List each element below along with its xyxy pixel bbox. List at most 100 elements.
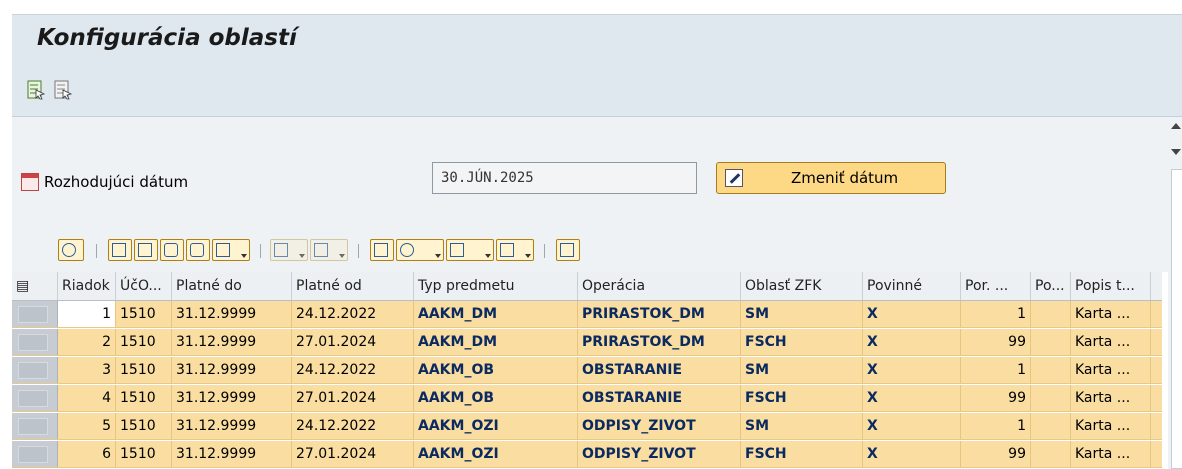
decision-date-label: Rozhodujúci dátum xyxy=(44,173,189,191)
cell-operation: PRIRASTOK_DM xyxy=(578,301,741,327)
cell-object-type: AAKM_OZI xyxy=(414,413,578,439)
cell-description: Karta ... xyxy=(1071,301,1151,327)
cell-required: X xyxy=(863,329,961,355)
column-header[interactable]: Oblasť ZFK xyxy=(741,272,863,300)
scroll-down-icon[interactable] xyxy=(1171,149,1181,155)
cell-operation: ODPISY_ZIVOT xyxy=(578,441,741,467)
row-selector[interactable] xyxy=(12,385,58,411)
cell-zfk-area: SM xyxy=(741,413,863,439)
cell-valid-to: 31.12.9999 xyxy=(172,385,292,411)
cell-riadok: 1 xyxy=(58,301,116,327)
scroll-up-icon[interactable] xyxy=(1171,123,1181,129)
table-row[interactable]: 5 1510 31.12.9999 24.12.2022 AAKM_OZI OD… xyxy=(12,413,1162,440)
column-header[interactable]: Por. ... xyxy=(961,272,1031,300)
table-row[interactable]: 3 1510 31.12.9999 24.12.2022 AAKM_OB OBS… xyxy=(12,357,1162,384)
cell-description: Karta ... xyxy=(1071,385,1151,411)
cell-po xyxy=(1031,329,1071,355)
cell-riadok: 6 xyxy=(58,441,116,467)
grid-toolbar xyxy=(12,232,1168,272)
select-all-icon[interactable] xyxy=(27,80,45,100)
table-row[interactable]: 1 1510 31.12.9999 24.12.2022 AAKM_DM PRI… xyxy=(12,301,1162,328)
cell-required: X xyxy=(863,301,961,327)
cell-zfk-area: SM xyxy=(741,301,863,327)
sort-descending-icon[interactable] xyxy=(134,239,158,261)
cell-uco: 1510 xyxy=(116,357,172,383)
column-header[interactable]: Platné od xyxy=(292,272,414,300)
change-date-button-label: Zmeniť dátum xyxy=(791,169,899,187)
column-header[interactable]: Operácia xyxy=(578,272,741,300)
find-icon[interactable] xyxy=(160,239,184,261)
cell-valid-from: 27.01.2024 xyxy=(292,385,414,411)
deselect-all-icon[interactable] xyxy=(54,80,72,100)
details-icon[interactable] xyxy=(58,239,84,261)
column-header[interactable]: ÚčO... xyxy=(116,272,172,300)
cell-object-type: AAKM_OB xyxy=(414,357,578,383)
application-toolbar xyxy=(12,64,1182,117)
views-icon[interactable] xyxy=(396,239,444,261)
subtotal-icon[interactable] xyxy=(310,239,348,261)
cell-object-type: AAKM_OB xyxy=(414,385,578,411)
edit-icon xyxy=(725,169,743,187)
cell-order: 1 xyxy=(961,357,1031,383)
cell-valid-to: 31.12.9999 xyxy=(172,357,292,383)
toolbar-separator xyxy=(544,244,545,258)
cell-uco: 1510 xyxy=(116,413,172,439)
select-all-rows-icon[interactable]: ▤ xyxy=(12,272,58,300)
layout-icon[interactable] xyxy=(496,239,534,261)
page-scrollbar[interactable] xyxy=(1168,117,1182,469)
filter-icon[interactable] xyxy=(212,239,250,261)
sum-icon[interactable] xyxy=(270,239,308,261)
cell-valid-to: 31.12.9999 xyxy=(172,441,292,467)
table-row[interactable]: 4 1510 31.12.9999 27.01.2024 AAKM_OB OBS… xyxy=(12,385,1162,412)
column-header[interactable]: Riadok xyxy=(58,272,116,300)
row-selector[interactable] xyxy=(12,413,58,439)
column-header[interactable]: Po... xyxy=(1031,272,1071,300)
cell-object-type: AAKM_DM xyxy=(414,301,578,327)
find-next-icon[interactable] xyxy=(186,239,210,261)
title-bar: Konfigurácia oblastí xyxy=(12,14,1182,65)
cell-uco: 1510 xyxy=(116,441,172,467)
decision-date-field[interactable]: 30.JÚN.2025 xyxy=(432,162,697,194)
cell-required: X xyxy=(863,413,961,439)
cell-riadok: 4 xyxy=(58,385,116,411)
cell-object-type: AAKM_DM xyxy=(414,329,578,355)
grid-scrollbar[interactable] xyxy=(1162,301,1168,469)
column-header[interactable]: Platné do xyxy=(172,272,292,300)
table-row[interactable]: 2 1510 31.12.9999 27.01.2024 AAKM_DM PRI… xyxy=(12,329,1162,356)
calendar-icon xyxy=(21,173,39,191)
column-header[interactable]: Typ predmetu xyxy=(414,272,578,300)
cell-valid-to: 31.12.9999 xyxy=(172,301,292,327)
sort-ascending-icon[interactable] xyxy=(108,239,132,261)
cell-order: 99 xyxy=(961,385,1031,411)
change-date-button[interactable]: Zmeniť dátum xyxy=(716,162,946,194)
cell-po xyxy=(1031,385,1071,411)
cell-valid-from: 24.12.2022 xyxy=(292,357,414,383)
cell-uco: 1510 xyxy=(116,301,172,327)
cell-order: 1 xyxy=(961,413,1031,439)
export-icon[interactable] xyxy=(446,239,494,261)
cell-operation: ODPISY_ZIVOT xyxy=(578,413,741,439)
row-selector[interactable] xyxy=(12,441,58,467)
cell-valid-from: 27.01.2024 xyxy=(292,441,414,467)
row-selector[interactable] xyxy=(12,301,58,327)
cell-required: X xyxy=(863,385,961,411)
row-selector[interactable] xyxy=(12,357,58,383)
cell-operation: OBSTARANIE xyxy=(578,385,741,411)
column-header[interactable]: Popis t... xyxy=(1071,272,1151,300)
print-icon[interactable] xyxy=(370,239,394,261)
page-title: Konfigurácia oblastí xyxy=(37,25,297,51)
cell-order: 1 xyxy=(961,301,1031,327)
cell-po xyxy=(1031,357,1071,383)
cell-required: X xyxy=(863,441,961,467)
cell-po xyxy=(1031,301,1071,327)
column-header[interactable]: Povinné xyxy=(863,272,961,300)
cell-description: Karta ... xyxy=(1071,441,1151,467)
cell-description: Karta ... xyxy=(1071,413,1151,439)
scroll-track[interactable] xyxy=(1171,169,1182,469)
table-row[interactable]: 6 1510 31.12.9999 27.01.2024 AAKM_OZI OD… xyxy=(12,441,1162,468)
row-selector[interactable] xyxy=(12,329,58,355)
cell-description: Karta ... xyxy=(1071,357,1151,383)
info-icon[interactable] xyxy=(556,239,580,261)
cell-valid-from: 27.01.2024 xyxy=(292,329,414,355)
cell-riadok: 3 xyxy=(58,357,116,383)
